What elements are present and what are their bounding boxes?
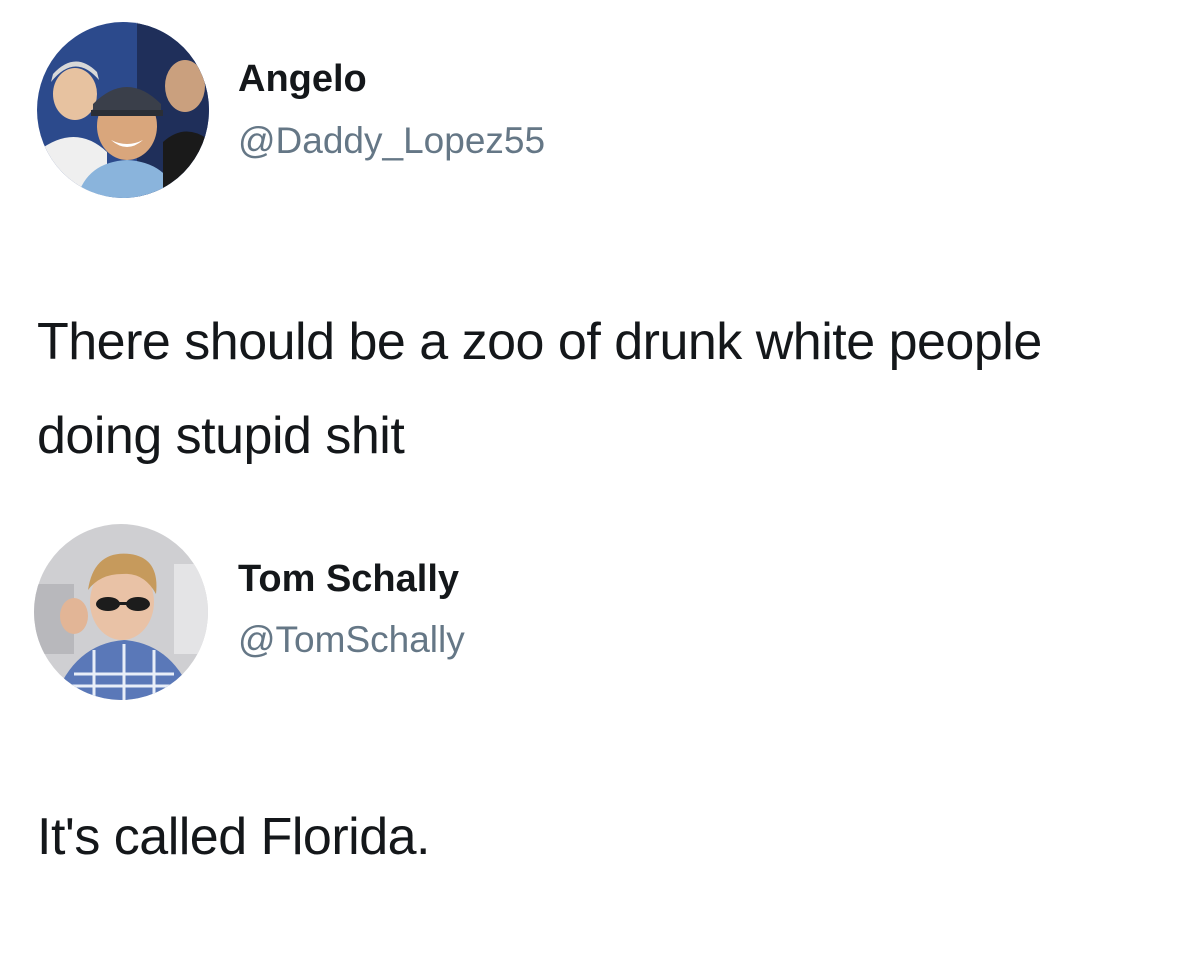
avatar[interactable] (34, 524, 208, 700)
tweet-reply: Tom Schally @TomSchally It's called Flor… (0, 500, 1177, 960)
user-handle[interactable]: @Daddy_Lopez55 (238, 119, 545, 163)
display-name[interactable]: Tom Schally (238, 557, 459, 601)
profile-photo-icon (34, 524, 208, 700)
tweet-text: It's called Florida. (37, 808, 430, 866)
display-name[interactable]: Angelo (238, 57, 367, 101)
avatar[interactable] (37, 22, 209, 198)
user-handle[interactable]: @TomSchally (238, 618, 465, 662)
tweet-text: There should be a zoo of drunk white peo… (37, 313, 1042, 465)
profile-photo-icon (37, 22, 209, 198)
tweet-original: Angelo @Daddy_Lopez55 There should be a … (0, 0, 1177, 500)
